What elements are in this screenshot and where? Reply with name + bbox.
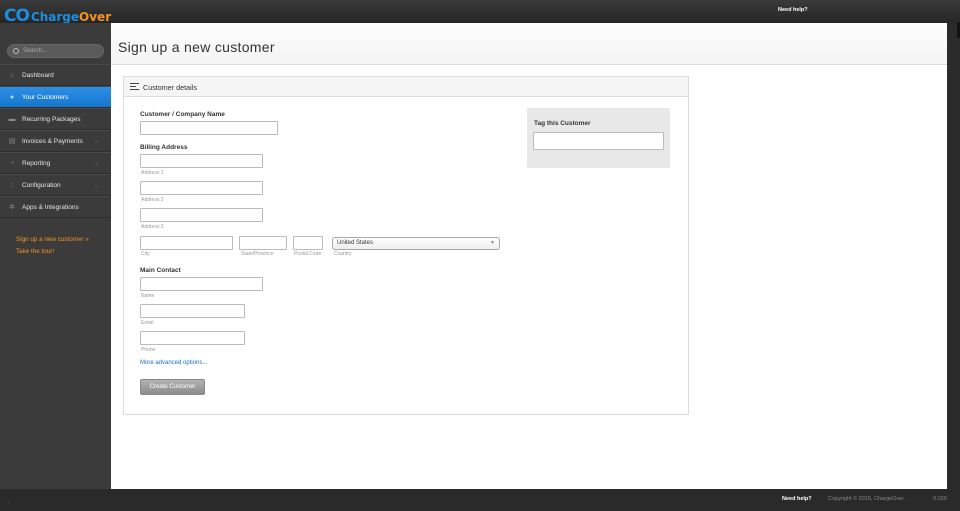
apps-icon: ✲ xyxy=(9,203,15,211)
search-placeholder: Search... xyxy=(23,48,48,54)
sidebar-item-recurring-packages[interactable]: ▬ Recurring Packages xyxy=(0,108,111,130)
contact-phone-field[interactable] xyxy=(140,331,245,345)
tag-customer-label: Tag this Customer xyxy=(534,120,591,127)
company-name-field[interactable] xyxy=(140,121,278,135)
sidebar-item-label: Reporting xyxy=(22,159,51,167)
sidebar-item-invoices-payments[interactable]: ▤ Invoices & Payments ⌄ xyxy=(0,130,111,152)
sidebar: Search... ⌂ Dashboard ● Your Customers ▬… xyxy=(0,23,111,489)
logo-co: CO xyxy=(4,6,30,26)
page-title: Sign up a new customer xyxy=(118,39,275,55)
contact-email-help: Email xyxy=(141,320,154,326)
state-help: State/Province xyxy=(241,251,274,257)
chevron-down-icon: ⌄ xyxy=(93,160,99,167)
footer: . Need help? Copyright © 2015, ChargeOve… xyxy=(0,489,960,511)
home-icon: ⌂ xyxy=(9,71,15,79)
address-3-field[interactable] xyxy=(140,208,263,222)
chargeover-logo[interactable]: CO Charge Over xyxy=(4,6,112,26)
sidebar-item-reporting[interactable]: ◔ Reporting ⌄ xyxy=(0,152,111,174)
tag-customer-box: Tag this Customer xyxy=(527,108,670,168)
sidebar-item-label: Apps & Integrations xyxy=(22,203,79,211)
copyright-text: Copyright © 2015, ChargeOver. xyxy=(828,496,906,502)
sidebar-item-label: Invoices & Payments xyxy=(22,137,83,145)
reporting-icon: ◔ xyxy=(9,159,15,167)
search-icon xyxy=(13,48,19,54)
state-field[interactable] xyxy=(239,236,287,250)
chevron-down-icon: ⌄ xyxy=(93,182,99,189)
sidebar-item-label: Dashboard xyxy=(22,71,54,79)
panel-title: Customer details xyxy=(143,83,197,92)
main-contact-label: Main Contact xyxy=(140,267,181,274)
city-field[interactable] xyxy=(140,236,233,250)
footer-dot: . xyxy=(8,499,10,505)
user-icon: ● xyxy=(9,93,15,101)
sidebar-item-configuration[interactable]: ⁞ Configuration ⌄ xyxy=(0,174,111,196)
sidebar-item-label: Your Customers xyxy=(22,93,69,101)
contact-phone-help: Phone xyxy=(141,347,156,353)
postal-code-help: Postal Code xyxy=(294,251,322,257)
contact-name-field[interactable] xyxy=(140,277,263,291)
sidebar-item-apps-integrations[interactable]: ✲ Apps & Integrations xyxy=(0,196,111,218)
advanced-options-link[interactable]: More advanced options... xyxy=(140,360,207,366)
page-header: Sign up a new customer xyxy=(111,23,947,65)
footer-need-help-link[interactable]: Need help? xyxy=(782,496,812,502)
need-help-link[interactable]: Need help? xyxy=(778,7,808,13)
configuration-icon: ⁞ xyxy=(11,181,13,189)
address-2-help: Address 2 xyxy=(141,197,164,203)
top-bar: CO Charge Over Need help? xyxy=(0,0,960,26)
billing-address-label: Billing Address xyxy=(140,144,188,151)
address-1-field[interactable] xyxy=(140,154,263,168)
sidebar-item-label: Configuration xyxy=(22,181,61,189)
tag-customer-field[interactable] xyxy=(533,132,664,150)
country-select[interactable]: United States ▼ xyxy=(332,237,500,250)
chevron-down-icon: ▼ xyxy=(490,240,495,246)
sidebar-nav: ⌂ Dashboard ● Your Customers ▬ Recurring… xyxy=(0,64,111,218)
invoice-icon: ▤ xyxy=(8,137,16,145)
sidebar-item-label: Recurring Packages xyxy=(22,115,81,123)
search-input[interactable]: Search... xyxy=(7,44,104,58)
address-2-field[interactable] xyxy=(140,181,263,195)
city-help: City xyxy=(141,251,150,257)
create-customer-button[interactable]: Create Customer xyxy=(140,379,205,395)
country-value: United States xyxy=(337,240,374,246)
company-name-label: Customer / Company Name xyxy=(140,111,225,118)
address-1-help: Address 1 xyxy=(141,170,164,176)
sidebar-quick-links: Sign up a new customer » Take the tour! xyxy=(16,234,89,258)
main-content: Sign up a new customer Customer details … xyxy=(111,23,947,489)
version-text: 0.039 xyxy=(933,496,947,502)
sign-up-customer-link[interactable]: Sign up a new customer » xyxy=(16,234,89,246)
contact-email-field[interactable] xyxy=(140,304,245,318)
right-edge xyxy=(947,23,960,489)
logo-charge: Charge xyxy=(30,10,80,24)
country-help: Country xyxy=(334,251,352,257)
address-3-help: Address 3 xyxy=(141,224,164,230)
sidebar-item-your-customers[interactable]: ● Your Customers xyxy=(0,86,111,108)
panel-header: Customer details xyxy=(124,77,688,97)
postal-code-field[interactable] xyxy=(293,236,323,250)
chevron-down-icon: ⌄ xyxy=(93,138,99,145)
sidebar-item-dashboard[interactable]: ⌂ Dashboard xyxy=(0,64,111,86)
package-icon: ▬ xyxy=(8,115,16,123)
contact-name-help: Name xyxy=(141,293,155,299)
list-icon xyxy=(130,83,139,92)
customer-details-panel: Customer details Customer / Company Name… xyxy=(123,76,689,415)
take-tour-link[interactable]: Take the tour! xyxy=(16,246,89,258)
logo-over: Over xyxy=(79,10,112,24)
